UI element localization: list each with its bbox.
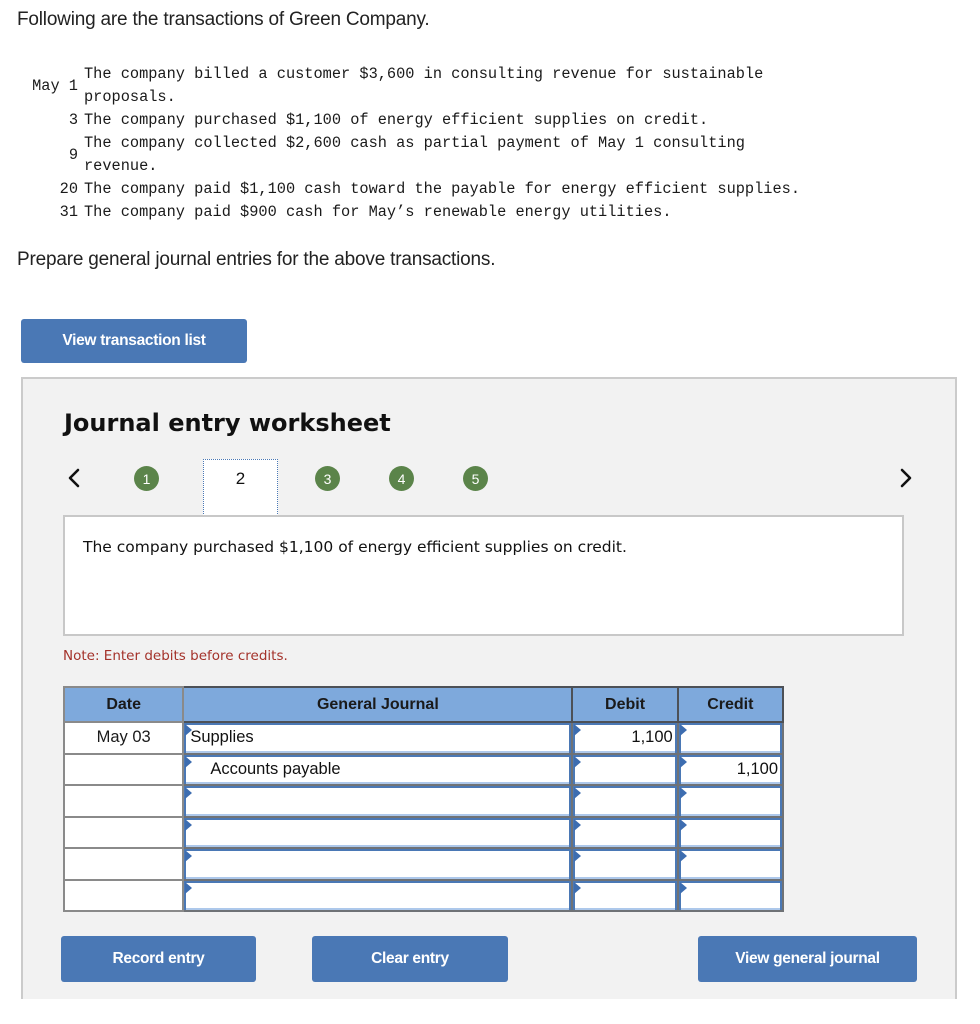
step-2-button-active[interactable]: 2 xyxy=(203,459,278,516)
account-select[interactable] xyxy=(184,880,572,910)
credit-input[interactable] xyxy=(678,880,782,910)
transaction-item: 20 The company paid $1,100 cash toward t… xyxy=(16,178,964,201)
debit-input[interactable] xyxy=(573,849,677,879)
instruction-text: Prepare general journal entries for the … xyxy=(17,249,496,270)
credit-input[interactable] xyxy=(678,723,782,753)
step-1-button[interactable]: 1 xyxy=(134,466,159,491)
intro-text: Following are the transactions of Green … xyxy=(17,9,430,30)
journal-table: Date General Journal Debit Credit May 03… xyxy=(62,686,785,912)
debit-column-header: Debit xyxy=(571,686,679,723)
date-cell xyxy=(62,815,185,849)
debit-input[interactable] xyxy=(573,817,677,847)
journal-row xyxy=(62,784,785,818)
step-3-button[interactable]: 3 xyxy=(315,466,340,491)
account-select[interactable]: Supplies xyxy=(184,723,572,753)
transaction-item: May 1 The company billed a customer $3,6… xyxy=(16,63,964,109)
transaction-description-box: The company purchased $1,100 of energy e… xyxy=(63,515,904,636)
transaction-description: The company collected $2,600 cash as par… xyxy=(84,134,745,175)
transaction-item: 31 The company paid $900 cash for May’s … xyxy=(16,201,964,224)
credit-input[interactable]: 1,100 xyxy=(678,754,782,784)
credit-input[interactable] xyxy=(678,786,782,816)
date-cell xyxy=(62,847,185,881)
note-text: Note: Enter debits before credits. xyxy=(63,648,288,664)
step-4-button[interactable]: 4 xyxy=(389,466,414,491)
date-cell xyxy=(62,752,185,786)
journal-row xyxy=(62,847,785,881)
journal-row xyxy=(62,878,785,912)
date-cell xyxy=(62,878,185,912)
date-cell xyxy=(62,784,185,818)
transaction-date: 31 xyxy=(59,203,78,221)
general-journal-column-header: General Journal xyxy=(182,686,574,723)
next-step-button[interactable] xyxy=(893,464,917,492)
transaction-date: 3 xyxy=(68,111,78,129)
transaction-item: 9 The company collected $2,600 cash as p… xyxy=(16,132,964,178)
debit-input[interactable] xyxy=(573,880,677,910)
transaction-date: 20 xyxy=(59,180,78,198)
debit-input[interactable]: 1,100 xyxy=(573,723,677,753)
journal-row xyxy=(62,815,785,849)
account-select[interactable]: Accounts payable xyxy=(184,754,572,784)
transaction-date: 9 xyxy=(68,145,78,164)
worksheet-title: Journal entry worksheet xyxy=(64,409,391,437)
view-general-journal-button[interactable]: View general journal xyxy=(698,936,917,982)
previous-step-button[interactable] xyxy=(63,464,87,492)
account-select[interactable] xyxy=(184,817,572,847)
debit-input[interactable] xyxy=(573,754,677,784)
credit-input[interactable] xyxy=(678,817,782,847)
chevron-left-icon xyxy=(68,468,80,488)
transaction-date: May 1 xyxy=(32,76,78,95)
date-cell: May 03 xyxy=(62,721,185,755)
transaction-description: The company purchased $1,100 of energy e… xyxy=(84,111,709,129)
date-column-header: Date xyxy=(62,686,185,723)
view-transaction-list-button[interactable]: View transaction list xyxy=(21,319,247,363)
transaction-description: The company paid $900 cash for May’s ren… xyxy=(84,203,672,221)
credit-input[interactable] xyxy=(678,849,782,879)
account-select[interactable] xyxy=(184,786,572,816)
account-select[interactable] xyxy=(184,849,572,879)
journal-row: May 03 Supplies 1,100 xyxy=(62,721,785,755)
chevron-right-icon xyxy=(900,468,912,488)
journal-header-row: Date General Journal Debit Credit xyxy=(62,686,785,723)
record-entry-button[interactable]: Record entry xyxy=(61,936,256,982)
credit-column-header: Credit xyxy=(676,686,785,723)
journal-row: Accounts payable 1,100 xyxy=(62,752,785,786)
transaction-description: The company paid $1,100 cash toward the … xyxy=(84,180,801,198)
step-5-button[interactable]: 5 xyxy=(463,466,488,491)
journal-entry-worksheet-panel: Journal entry worksheet 1 2 3 4 5 The co… xyxy=(21,377,957,999)
debit-input[interactable] xyxy=(573,786,677,816)
transaction-list: May 1 The company billed a customer $3,6… xyxy=(16,63,964,224)
clear-entry-button[interactable]: Clear entry xyxy=(312,936,508,982)
transaction-description: The company billed a customer $3,600 in … xyxy=(84,65,764,106)
transaction-item: 3 The company purchased $1,100 of energy… xyxy=(16,109,964,132)
